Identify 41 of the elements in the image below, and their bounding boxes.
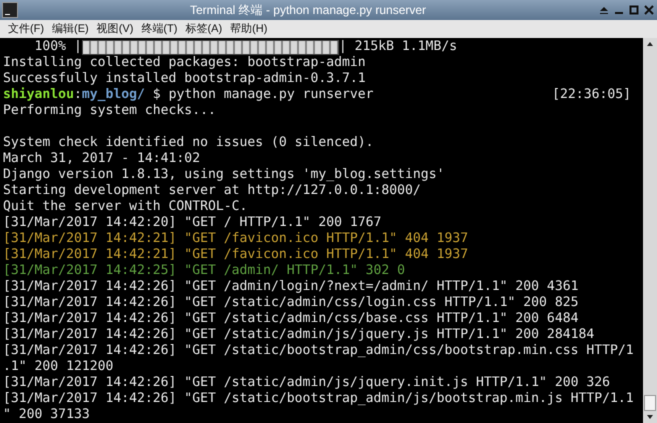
prompt-time: [22:36:05] (552, 87, 631, 103)
maximize-icon[interactable] (628, 4, 640, 16)
close-icon[interactable] (643, 4, 655, 16)
terminal-line: [31/Mar/2017 14:42:26] "GET /static/bootstrap_admin/js/bootstrap.min.js HTTP/1.1 (3, 391, 635, 407)
terminal-line: " 200 37133 (3, 407, 91, 423)
window-title: Terminal 终端 - python manage.py runserver (188, 2, 428, 19)
menu-item[interactable]: 终端(T) (141, 24, 178, 34)
terminal-line: Installing collected packages: bootstrap-admin (3, 55, 367, 71)
terminal-line: [31/Mar/2017 14:42:26] "GET /static/admin/js/jquery.init.js HTTP/1.1" 200 326 (3, 375, 611, 391)
prompt-separator: : (74, 87, 82, 103)
terminal-line: Starting development server at http://127.0.0.1:8000/ (3, 183, 422, 199)
command-text: $ python manage.py runserver (152, 87, 374, 103)
scrollbar[interactable] (643, 38, 657, 423)
terminal-line: [31/Mar/2017 14:42:26] "GET /static/admin/js/jquery.js HTTP/1.1" 200 284184 (3, 327, 596, 343)
terminal-line: [31/Mar/2017 14:42:26] "GET /static/admin/css/base.css HTTP/1.1" 200 6484 (3, 311, 580, 327)
menu-item[interactable]: 编辑(E) (52, 24, 89, 34)
terminal-line: [31/Mar/2017 14:42:21] "GET /favicon.ico HTTP/1.1" 404 1937 (3, 231, 470, 247)
terminal-line: [31/Mar/2017 14:42:26] "GET /static/bootstrap_admin/css/bootstrap.min.css HTTP/1 (3, 343, 635, 359)
scroll-thumb[interactable] (644, 395, 656, 411)
terminal-line: .1" 200 121200 (3, 359, 114, 375)
terminal-line: Quit the server with CONTROL-C. (3, 199, 248, 215)
menu-item[interactable]: 帮助(H) (230, 24, 268, 34)
menu-item[interactable]: 文件(F) (8, 24, 44, 34)
terminal-line: [31/Mar/2017 14:42:25] "GET /admin/ HTTP/1.1" 302 0 (3, 263, 406, 279)
progress-percent: 100% | (34, 39, 82, 55)
terminal-line: Performing system checks... (3, 103, 217, 119)
terminal-line: [31/Mar/2017 14:42:26] "GET /admin/login/?next=/admin/ HTTP/1.1" 200 4361 (3, 279, 580, 295)
prompt-user: shiyanlou (3, 87, 74, 103)
terminal-line: March 31, 2017 - 14:41:02 (3, 151, 202, 167)
progress-stats: | 215kB 1.1MB/s (338, 39, 458, 55)
terminal-line: [31/Mar/2017 14:42:21] "GET /favicon.ico HTTP/1.1" 404 1937 (3, 247, 470, 263)
terminal-line: Successfully installed bootstrap-admin-0.3.7.1 (3, 71, 367, 87)
terminal-line: [31/Mar/2017 14:42:26] "GET /static/admin/css/login.css HTTP/1.1" 200 825 (3, 295, 580, 311)
terminal-line: Django version 1.8.13, using settings 'my_blog.settings' (3, 167, 446, 183)
menu-item[interactable]: 视图(V) (96, 24, 134, 34)
menu-item[interactable]: 标签(A) (185, 24, 222, 34)
shade-icon[interactable] (598, 4, 610, 16)
terminal-line: [31/Mar/2017 14:42:20] "GET / HTTP/1.1" 200 1767 (3, 215, 382, 231)
terminal-icon (2, 2, 18, 18)
terminal-line: System check identified no issues (0 silenced). (3, 135, 375, 151)
prompt-path: my_blog/ (82, 87, 145, 103)
